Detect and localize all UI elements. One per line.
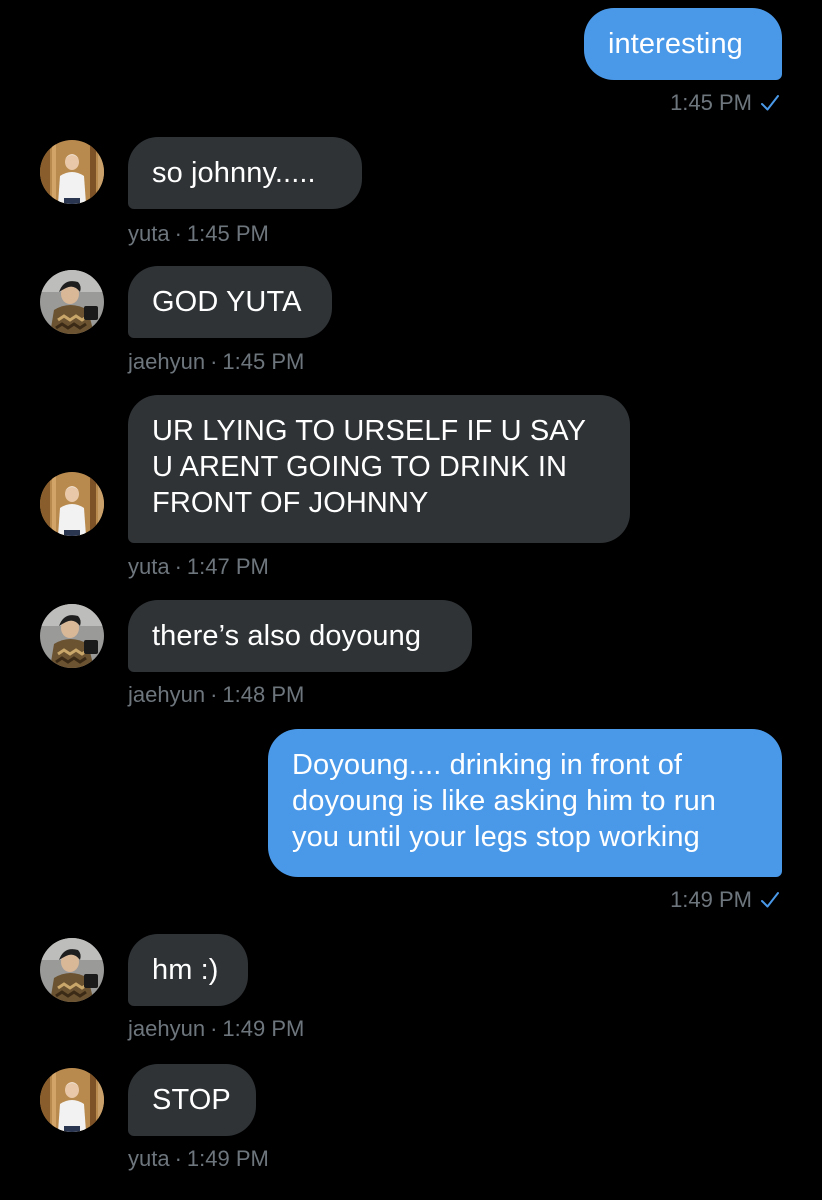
yuta-avatar[interactable] xyxy=(40,472,104,536)
timestamp-text: 1:49 PM xyxy=(222,1016,305,1041)
sender-name: jaehyun xyxy=(128,682,206,707)
incoming-message-bubble[interactable]: GOD YUTA xyxy=(128,266,332,338)
outgoing-message-bubble[interactable]: interesting xyxy=(584,8,782,80)
jaehyun-avatar[interactable] xyxy=(40,270,104,334)
separator-dot: · xyxy=(174,1146,182,1171)
message-meta: jaehyun · 1:49 PM xyxy=(128,1016,304,1042)
yuta-avatar[interactable] xyxy=(40,1068,104,1132)
message-timestamp: 1:49 PM xyxy=(670,887,780,913)
sender-name: yuta xyxy=(128,554,170,579)
timestamp-text: 1:49 PM xyxy=(186,1146,269,1171)
message-timestamp: 1:45 PM xyxy=(670,90,780,116)
timestamp-text: 1:45 PM xyxy=(222,349,305,374)
message-meta: jaehyun · 1:48 PM xyxy=(128,682,304,708)
checkmark-icon xyxy=(761,95,779,111)
incoming-message-bubble[interactable]: STOP xyxy=(128,1064,256,1136)
separator-dot: · xyxy=(210,682,218,707)
separator-dot: · xyxy=(210,1016,218,1041)
incoming-message-bubble[interactable]: UR LYING TO URSELF IF U SAY U ARENT GOIN… xyxy=(128,395,630,543)
timestamp-text: 1:48 PM xyxy=(222,682,305,707)
outgoing-message-bubble[interactable]: Doyoung.... drinking in front of doyoung… xyxy=(268,729,782,877)
message-meta: yuta · 1:47 PM xyxy=(128,554,269,580)
sender-name: yuta xyxy=(128,221,170,246)
jaehyun-avatar[interactable] xyxy=(40,938,104,1002)
incoming-message-bubble[interactable]: hm :) xyxy=(128,934,248,1006)
timestamp-text: 1:47 PM xyxy=(186,554,269,579)
message-meta: yuta · 1:45 PM xyxy=(128,221,269,247)
jaehyun-avatar[interactable] xyxy=(40,604,104,668)
separator-dot: · xyxy=(210,349,218,374)
separator-dot: · xyxy=(174,554,182,579)
timestamp-text: 1:45 PM xyxy=(186,221,269,246)
incoming-message-bubble[interactable]: there’s also doyoung xyxy=(128,600,472,672)
yuta-avatar[interactable] xyxy=(40,140,104,204)
timestamp-text: 1:45 PM xyxy=(670,90,752,115)
checkmark-icon xyxy=(761,892,779,908)
message-meta: yuta · 1:49 PM xyxy=(128,1146,269,1172)
separator-dot: · xyxy=(174,221,182,246)
sender-name: jaehyun xyxy=(128,1016,206,1041)
message-meta: jaehyun · 1:45 PM xyxy=(128,349,304,375)
timestamp-text: 1:49 PM xyxy=(670,887,752,912)
sender-name: jaehyun xyxy=(128,349,206,374)
sender-name: yuta xyxy=(128,1146,170,1171)
incoming-message-bubble[interactable]: so johnny..... xyxy=(128,137,362,209)
